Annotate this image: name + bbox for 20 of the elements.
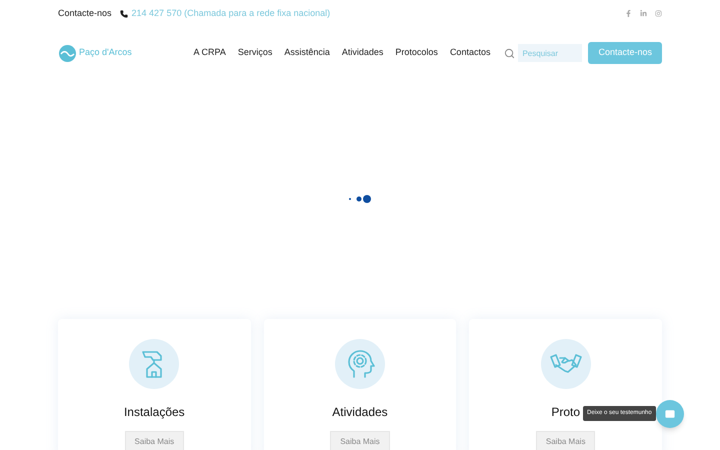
search-icon[interactable] <box>504 48 516 58</box>
card-title: Instalações <box>124 404 185 421</box>
mail-button[interactable] <box>656 400 684 428</box>
nav-link[interactable]: A CRPA <box>193 46 226 60</box>
instagram-icon[interactable] <box>655 10 662 17</box>
logo-icon <box>58 44 77 62</box>
nav-link[interactable]: Serviços <box>238 46 272 60</box>
card-title: Proto <box>551 404 580 421</box>
phone-icon <box>120 10 128 18</box>
nav-link[interactable]: Atividades <box>342 46 384 60</box>
loader-icon <box>348 194 372 204</box>
logo-text: Paço d'Arcos <box>79 46 132 60</box>
card-title: Atividades <box>332 404 388 421</box>
search-field[interactable]: Pesquisar <box>518 44 582 62</box>
linkedin-icon[interactable] <box>640 10 647 17</box>
nav-link[interactable]: Protocolos <box>395 46 438 60</box>
nav-link[interactable]: Contactos <box>450 46 490 60</box>
contact-label: Contacte-nos <box>58 6 112 20</box>
facebook-icon[interactable] <box>625 10 632 17</box>
nav-link[interactable]: Assistência <box>284 46 330 60</box>
